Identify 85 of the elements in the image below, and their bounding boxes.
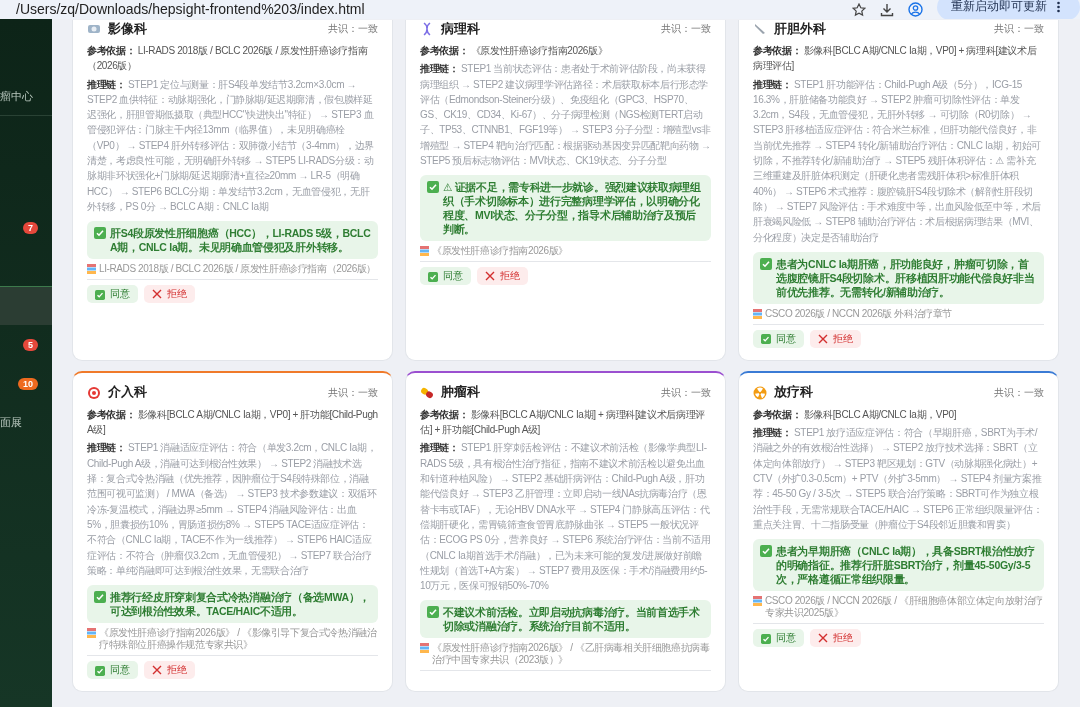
close-icon bbox=[818, 633, 828, 644]
conclusion-text: 患者为早期肝癌（CNLC Ia期），具备SBRT根治性放疗的明确指征。推荐行肝脏SBRT治疗，剂量45-50Gy/3-5次，严格遵循正常组织限量。 bbox=[776, 544, 1036, 587]
source-text: LI-RADS 2018版 / BCLC 2026版 / 原发性肝癌诊疗指南（2026版） bbox=[99, 263, 377, 276]
pill-icon bbox=[420, 385, 434, 400]
check-icon bbox=[94, 591, 106, 604]
radiation-icon bbox=[753, 385, 767, 400]
reject-button[interactable]: 拒绝 bbox=[810, 629, 861, 648]
check-icon bbox=[95, 665, 105, 676]
close-icon bbox=[152, 289, 162, 300]
sidebar-item[interactable]: 5 bbox=[0, 325, 52, 364]
download-icon[interactable] bbox=[880, 2, 894, 17]
reject-button[interactable]: 拒绝 bbox=[144, 661, 195, 680]
department-title: 影像科 bbox=[108, 20, 147, 38]
check-icon bbox=[94, 227, 106, 240]
close-icon bbox=[485, 271, 495, 282]
reasoning-text: 推理链： STEP1 当前状态评估：患者处于术前评估阶段，尚未获得病理组织 → STEP2 建议病理学评估路径：术后获取标本后行形态学评估（Edmondson-Steiner分级）、免疫组化（GPC3、HSP70、GS、CK19、CD34、Ki-67）、分子病理检测（NGS检测TERT启动子、TP53、CTNNB1、FGF19等） → STEP3 分子分型：增殖型vs非增殖型 → STEP4 靶向治疗匹配：根据驱动基因变异匹配靶向药物 → STEP5 预后标志物评估：MVI状态、CK19状态、分子分型 bbox=[420, 62, 711, 169]
count-badge: 7 bbox=[23, 221, 38, 234]
target-icon bbox=[87, 385, 101, 400]
star-icon[interactable] bbox=[852, 2, 866, 17]
conclusion-text: 推荐行经皮肝穿刺复合式冷热消融治疗（备选MWA），可达到根治性效果。TACE/HAIC不适用。 bbox=[110, 590, 371, 619]
check-icon bbox=[427, 181, 439, 194]
source-text: CSCO 2026版 / NCCN 2026版 / 《肝细胞癌体部立体定向放射治疗专家共识2025版》 bbox=[765, 595, 1044, 620]
consensus-label: 共识：一致 bbox=[661, 22, 711, 36]
sidebar-item[interactable]: 面展 bbox=[0, 403, 52, 442]
department-title: 病理科 bbox=[441, 20, 480, 38]
book-icon bbox=[753, 308, 762, 319]
consensus-label: 共识：一致 bbox=[328, 385, 378, 400]
agree-button[interactable]: 同意 bbox=[87, 661, 138, 680]
consensus-label: 共识：一致 bbox=[994, 385, 1044, 400]
consensus-label: 共识：一致 bbox=[328, 22, 378, 36]
sidebar-item[interactable]: 10 bbox=[0, 364, 52, 403]
consensus-label: 共识：一致 bbox=[994, 22, 1044, 36]
close-icon bbox=[818, 333, 828, 344]
check-icon bbox=[95, 289, 105, 300]
agree-button[interactable]: 同意 bbox=[753, 329, 804, 348]
consensus-label: 共识：一致 bbox=[661, 385, 711, 400]
check-icon bbox=[761, 633, 771, 644]
reject-button[interactable]: 拒绝 bbox=[810, 329, 861, 348]
source-text: 《原发性肝癌诊疗指南2026版》 bbox=[432, 245, 568, 258]
reference-text: 参考依据： 影像科[BCLC A期/CNLC Ia期，VP0] bbox=[753, 407, 958, 422]
reasoning-text: 推理链： STEP1 定位与测量：肝S4段单发结节3.2cm×3.0cm → STEP2 血供特征：动脉期强化，门静脉期/延迟期廓清，假包膜样延迟强化，肝胆管期低摄取（典型HCC"快进快出"特征） → STEP3 血管侵犯评估：门脉主干内径13mm（临界值），未见明确癌栓（VP0） → STEP4 肝外转移评估：双肺微小结节（3-4mm），边界清楚，考虑良性可能，无明确肝外转移 → STEP5 LI-RADS分级：动脉期非环状强化+门脉期/延迟期廓清+直径≥20mm → LR-5（明确HCC） → STEP6 BCLC分期：单发结节3.2cm，无血管侵犯，无肝外转移，PS 0分 → BCLC A期：CNLC Ia期 bbox=[87, 77, 376, 214]
department-title: 放疗科 bbox=[774, 384, 813, 402]
more-icon bbox=[1057, 0, 1060, 13]
reference-text: 参考依据： 影像科[BCLC A期/CNLC Ia期] + 病理科[建议术后病理评估] + 肝功能[Child-Pugh A级] bbox=[420, 407, 706, 438]
source-text: 《原发性肝癌诊疗指南2026版》 / 《影像引导下复合式冷热消融治疗特殊部位肝癌操作规范专家共识》 bbox=[99, 627, 378, 652]
reference-text: 参考依据： LI-RADS 2018版 / BCLC 2026版 / 原发性肝癌诊疗指南（2026版） bbox=[87, 44, 369, 74]
reject-button[interactable]: 拒绝 bbox=[144, 285, 195, 304]
check-icon bbox=[427, 606, 439, 619]
reference-text: 参考依据： 影像科[BCLC A期/CNLC Ia期，VP0] + 肝功能[Child-Pugh A级] bbox=[87, 407, 378, 438]
agree-button[interactable]: 同意 bbox=[753, 629, 804, 648]
reference-text: 参考依据： 影像科[BCLC A期/CNLC Ia期，VP0] + 病理科[建议术后病理评估] bbox=[753, 44, 1038, 74]
check-icon bbox=[428, 271, 438, 282]
sidebar-item[interactable]: 瘤中心 bbox=[0, 77, 52, 116]
source-text: CSCO 2026版 / NCCN 2026版 外科治疗章节 bbox=[765, 307, 952, 320]
count-badge: 10 bbox=[18, 377, 38, 390]
reference-text: 参考依据： 《原发性肝癌诊疗指南2026版》 bbox=[420, 44, 609, 58]
book-icon bbox=[420, 246, 429, 257]
book-icon bbox=[753, 596, 762, 607]
agree-button[interactable]: 同意 bbox=[87, 285, 138, 304]
reject-button[interactable]: 拒绝 bbox=[477, 267, 528, 286]
reasoning-text: 推理链： STEP1 肝功能评估：Child-Pugh A级（5分），ICG-15 16.3%，肝脏储备功能良好 → STEP2 肿瘤可切除性评估：单发3.2cm，S4段，无血管侵犯，无肝外转移 → 可切除（R0切除） → STEP3 肝移植适应症评估：符合米兰标准，但肝功能代偿良好，非当前优先推荐 → STEP4 转化/新辅助治疗评估：CNLC Ia期，初始可切除，不推荐转化/新辅助治疗 → STEP5 残肝体积评估：⚠ 需补充三维重建及肝脏体积测定（肝硬化患者需残肝体积>标准肝体积40%） → STEP6 术式推荐：腹腔镜肝S4段切除术（解剖性肝段切除） → STEP7 风险评估：手术难度中等，出血风险低至中等，术后肝衰竭风险低 → STEP8 辅助治疗评估：术后根据病理结果（MVI、分化程度）决定是否辅助治疗 bbox=[753, 77, 1043, 245]
sidebar-label: 瘤中心 bbox=[0, 88, 33, 104]
department-title: 肿瘤科 bbox=[441, 384, 480, 402]
department-title: 肝胆外科 bbox=[774, 20, 826, 38]
profile-icon[interactable] bbox=[908, 2, 923, 17]
check-icon bbox=[760, 257, 772, 270]
agree-button[interactable]: 同意 bbox=[420, 267, 471, 286]
reasoning-text: 推理链： STEP1 消融适应症评估：符合（单发3.2cm，CNLC Ia期，Child-Pugh A级，消融可达到根治性效果） → STEP2 消融技术选择：复合式冷热消融（优先推荐，因肿瘤位于S4段特殊部位，消融范围可视可监测） / MWA（备选） → STEP3 技术参数建议：双循环冷冻-复温模式，消融边界≥5mm → STEP4 消融风险评估：出血5%，胆囊损伤10%，胃肠道损伤8% → STEP5 TACE适应症评估：不符合（CNLC Ia期，TACE不作为一线推荐） → STEP6 HAIC适应症评估：不符合（肿瘤仅3.2cm，无血管侵犯） → STEP7 联合治疗策略：单纯消融即可达到根治性效果，无需联合治疗 bbox=[87, 441, 378, 578]
update-button[interactable]: 重新启动即可更新 bbox=[937, 0, 1080, 19]
address-bar[interactable]: /Users/zq/Downloads/hepsight-frontend%203/index.html bbox=[16, 0, 838, 19]
conclusion-text: 肝S4段原发性肝细胞癌（HCC），LI-RADS 5级，BCLC A期，CNLC Ia期。未见明确血管侵犯及肝外转移。 bbox=[110, 226, 371, 255]
sidebar-item[interactable]: 7 bbox=[0, 208, 52, 247]
conclusion-text: 患者为CNLC Ia期肝癌，肝功能良好，肿瘤可切除，首选腹腔镜肝S4段切除术。肝移植因肝功能代偿良好非当前优先推荐。无需转化/新辅助治疗。 bbox=[776, 256, 1036, 299]
sidebar-label: 面展 bbox=[0, 415, 22, 430]
check-icon bbox=[760, 545, 772, 558]
conclusion-text: 不建议术前活检。立即启动抗病毒治疗。当前首选手术切除或消融治疗。系统治疗目前不适用。 bbox=[443, 605, 701, 634]
book-icon bbox=[87, 264, 96, 275]
conclusion-text: ⚠ 证据不足，需专科进一步就诊。强烈建议获取病理组织（手术切除标本）进行完整病理学评估，以明确分化程度、MVI状态、分子分型，指导术后辅助治疗及预后判断。 bbox=[443, 180, 702, 237]
close-icon bbox=[152, 665, 162, 676]
count-badge: 5 bbox=[23, 338, 38, 351]
book-icon bbox=[420, 643, 429, 654]
department-title: 介入科 bbox=[108, 384, 147, 402]
check-icon bbox=[761, 334, 771, 345]
book-icon bbox=[87, 628, 96, 639]
source-text: 《原发性肝癌诊疗指南2026版》 / 《乙肝病毒相关肝细胞癌抗病毒治疗中国专家共识（2023版）》 bbox=[432, 642, 711, 667]
